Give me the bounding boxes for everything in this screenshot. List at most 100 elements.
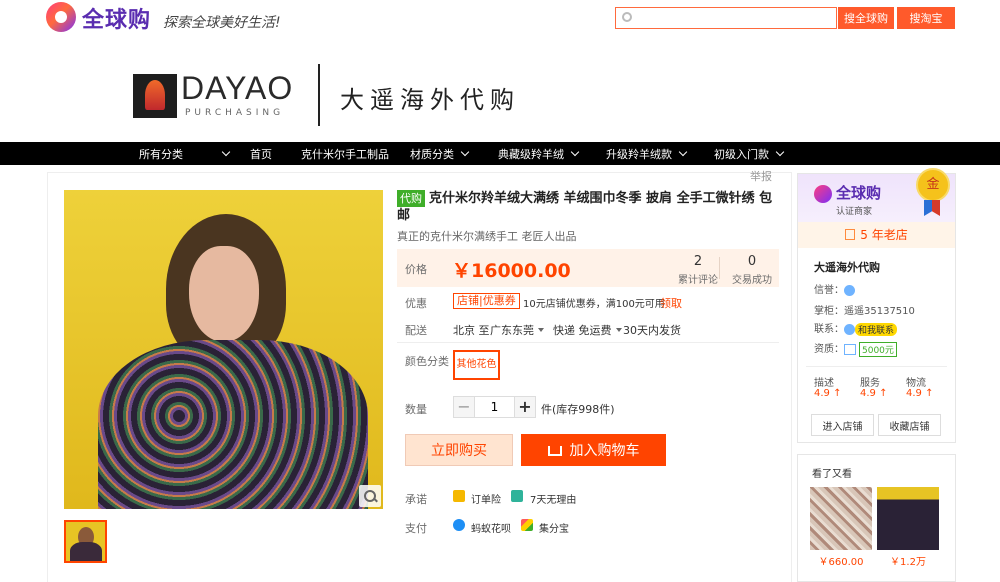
deposit-badge[interactable]: 5000元	[859, 341, 897, 357]
nav-label: 材质分类	[410, 148, 454, 161]
reviews-label[interactable]: 累计评论	[673, 271, 723, 286]
image-face	[189, 246, 259, 342]
color-option[interactable]: 其他花色	[453, 350, 500, 380]
coupon-label: 优惠	[405, 297, 427, 310]
product-main-image[interactable]	[64, 190, 383, 509]
search-box[interactable]	[615, 7, 837, 29]
also-viewed-item-image[interactable]	[877, 487, 939, 550]
coupon-text: 10元店铺优惠券，满100元可用	[523, 299, 665, 310]
search-input[interactable]	[636, 9, 832, 27]
chevron-down-icon	[678, 147, 688, 157]
score-label-desc: 描述	[814, 378, 834, 389]
also-viewed-item-image[interactable]	[810, 487, 872, 550]
wangwang-icon[interactable]	[844, 323, 855, 335]
price-box: 价格 ￥16000.00 2 累计评论 0 交易成功	[397, 249, 779, 287]
search-icon	[622, 12, 632, 22]
shop-name[interactable]: 大遥海外代购	[814, 259, 880, 275]
contact-me-button[interactable]: 和我联系	[855, 322, 898, 336]
slogan: 探索全球美好生活!	[163, 15, 281, 31]
shipping-label: 配送	[405, 324, 427, 337]
dayao-logo-icon	[133, 74, 177, 118]
ship-to-select[interactable]: 广东东莞	[490, 322, 544, 338]
order-insurance-icon	[453, 490, 465, 502]
certified-merchant-text: 认证商家	[836, 207, 873, 217]
daigou-tag: 代购	[397, 190, 425, 207]
zoom-icon[interactable]	[359, 485, 381, 507]
brand-divider	[318, 64, 320, 126]
nav-kashmir-handmade[interactable]: 克什米尔手工制品	[301, 146, 389, 162]
nav-premium-cashmere[interactable]: 典藏级羚羊绒	[498, 146, 580, 162]
nav-label: 所有分类	[139, 148, 183, 161]
reviews-count[interactable]: 2	[673, 254, 723, 269]
ship-from: 北京 至	[453, 324, 490, 337]
buy-now-button[interactable]: 立即购买	[405, 434, 513, 466]
sales-label: 交易成功	[732, 275, 772, 286]
chevron-down-icon	[570, 147, 580, 157]
title-text: 克什米尔羚羊绒大满绣 羊绒围巾冬季 披肩 全手工微针绣 包邮	[397, 191, 773, 223]
shop-card-logo-text: 全球购	[836, 184, 882, 202]
brand-cn-name: 大遥海外代购	[340, 86, 520, 114]
product-thumbnail[interactable]	[64, 520, 107, 563]
shop-age-text: 5 年老店	[860, 228, 908, 242]
quantity-label: 数量	[405, 403, 427, 416]
shop-age-badge: 5 年老店	[798, 222, 955, 248]
price-value: ￥16000.00	[452, 260, 571, 282]
credit-info-icon[interactable]	[844, 284, 855, 296]
huabei-icon	[453, 519, 465, 531]
ship-fee-select[interactable]: 快递 免运费	[553, 322, 622, 338]
nav-all-categories[interactable]: 所有分类	[139, 146, 231, 162]
report-link[interactable]: 举报	[750, 168, 772, 184]
chevron-down-icon	[775, 147, 785, 157]
ship-to-text: 广东东莞	[490, 324, 534, 337]
medal-ribbon-icon	[924, 200, 940, 216]
chevron-down-icon	[221, 147, 231, 157]
coupon-tag-text: 店铺	[457, 294, 479, 307]
nav-entry-level[interactable]: 初级入门款	[714, 146, 785, 162]
thumbnail-body	[70, 542, 102, 561]
contact-label: 联系：	[814, 324, 844, 335]
quantity-input[interactable]	[474, 396, 515, 418]
logo-text[interactable]: 全球购	[82, 2, 151, 34]
product-subtitle: 真正的克什米尔满绣手工 老匠人出品	[397, 230, 577, 243]
qualification-row: 资质： 5000元	[814, 340, 897, 357]
nav-home[interactable]: 首页	[250, 146, 272, 162]
qualification-label: 资质：	[814, 344, 844, 355]
add-to-cart-button[interactable]: 加入购物车	[521, 434, 666, 466]
nav-upgraded-cashmere[interactable]: 升级羚羊绒款	[606, 146, 688, 162]
image-shawl	[98, 340, 368, 509]
nav-label: 初级入门款	[714, 148, 769, 161]
certificate-icon[interactable]	[844, 343, 856, 355]
coupon-claim-link[interactable]: 领取	[660, 295, 682, 311]
search-global-button[interactable]: 搜全球购	[838, 7, 894, 29]
promise-insurance[interactable]: 订单险	[471, 491, 501, 506]
cart-icon	[547, 446, 562, 456]
stat-divider	[719, 257, 720, 279]
keeper-label: 掌柜：	[814, 306, 844, 317]
also-viewed-price[interactable]: ￥660.00	[810, 553, 872, 568]
score-value-service: 4.9 ↑	[860, 388, 888, 399]
search-taobao-button[interactable]: 搜淘宝	[897, 7, 955, 29]
qty-plus-button[interactable]: +	[514, 396, 536, 418]
divider	[397, 342, 779, 343]
also-viewed-panel: 看了又看 ￥660.00 ￥1.2万	[797, 454, 956, 582]
nav-material[interactable]: 材质分类	[410, 146, 470, 162]
product-title: 代购 克什米尔羚羊绒大满绣 羊绒围巾冬季 披肩 全手工微针绣 包邮	[397, 190, 777, 224]
nav-label: 升级羚羊绒款	[606, 148, 672, 161]
sales-count: 0	[747, 254, 757, 269]
brand-sub: PURCHASING	[185, 108, 285, 118]
qty-minus-button[interactable]: −	[453, 396, 475, 418]
keeper-row: 掌柜：遥遥35137510	[814, 302, 915, 317]
color-label: 颜色分类	[405, 355, 449, 368]
pay-huabei[interactable]: 蚂蚁花呗	[471, 520, 511, 535]
promise-return[interactable]: 7天无理由	[530, 491, 576, 506]
pay-jifenbao[interactable]: 集分宝	[539, 520, 569, 535]
shop-info-card: 全球购 认证商家 金 5 年老店 大遥海外代购 信誉： 掌柜：遥遥3513751…	[797, 168, 956, 443]
global-buy-logo-icon[interactable]	[46, 2, 76, 32]
also-viewed-price[interactable]: ￥1.2万	[877, 553, 939, 568]
coupon-tag-text-2: 优惠券	[482, 294, 516, 307]
coupon-tag: 店铺|优惠券	[453, 293, 520, 309]
favorite-shop-button[interactable]: 收藏店铺	[878, 414, 941, 436]
keeper-name[interactable]: 遥遥35137510	[844, 306, 915, 317]
score-label-service: 服务	[860, 378, 880, 389]
enter-shop-button[interactable]: 进入店铺	[811, 414, 874, 436]
